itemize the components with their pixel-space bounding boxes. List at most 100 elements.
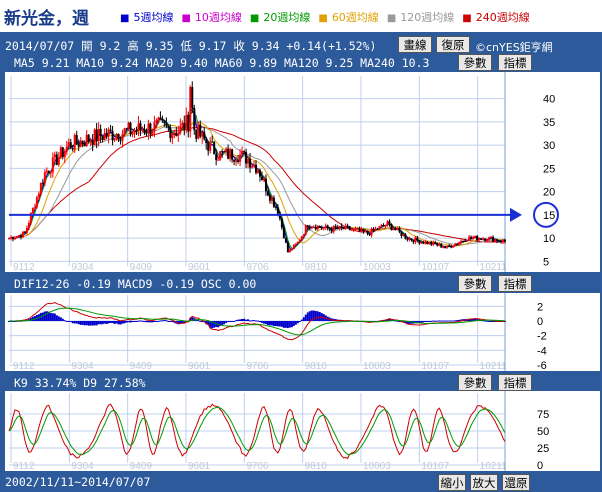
x-tick-label: 9706 (246, 461, 269, 471)
candle-body (151, 131, 154, 135)
candle-body (302, 234, 305, 237)
reset-button[interactable]: 還原 (502, 474, 530, 491)
ma-legend: ■ 5週均線 ■ 10週均線 ■ 20週均線 ■ 60週均線 ■ 120週均線 ■ 240週均線 (120, 9, 538, 25)
candle-body (360, 228, 363, 232)
x-tick-label: 9601 (188, 461, 211, 471)
candle-body (159, 117, 162, 119)
candle-body (402, 234, 405, 237)
candle-body (446, 245, 449, 248)
osc-bar (438, 320, 441, 322)
kd-axis-label: 25 (537, 443, 549, 455)
candle-body (280, 218, 283, 228)
osc-bar (43, 311, 46, 321)
osc-bar (135, 321, 138, 322)
macd-axis-label: -4 (537, 345, 547, 357)
kd-chart-panel: 75 50 25 0 9112 9304 9409 9601 9706 9810 10003 1010… (5, 391, 600, 471)
candle-body (101, 136, 104, 140)
candle-body (452, 246, 455, 248)
candle-body (55, 154, 58, 165)
candle-body (292, 244, 295, 250)
candle-body (298, 240, 301, 243)
candle-body (73, 135, 76, 150)
candle-body (255, 164, 258, 173)
osc-bar (235, 320, 238, 322)
candle-body (270, 197, 273, 201)
osc-bar (165, 320, 168, 322)
osc-bar (53, 313, 56, 321)
zoom-out-button[interactable]: 縮小 (438, 474, 466, 491)
osc-bar (111, 321, 114, 323)
candle-body (57, 157, 60, 165)
legend-label: 10週均線 (194, 11, 242, 24)
osc-bar (151, 321, 154, 323)
candle-body (87, 134, 90, 142)
candle-body (272, 197, 275, 207)
price-chart-panel: 40 35 30 25 20 15 10 5 9112 9304 9409 9601 9706 9810 1… (5, 72, 600, 272)
candle-body (468, 236, 471, 241)
osc-bar (286, 321, 289, 329)
ma-line (8, 109, 506, 250)
quote-line: 2014/07/07 開 9.2 高 9.35 低 9.17 收 9.34 +0… (5, 39, 377, 53)
osc-bar (155, 321, 158, 322)
osc-bar (67, 321, 70, 322)
osc-bar (233, 321, 236, 322)
candle-body (17, 235, 20, 237)
macd-chart: 2 0 -2 -4 -6 9112 9304 9409 9601 9706 9810 10003 101… (8, 293, 547, 371)
candle-body (416, 237, 419, 241)
candle-body (376, 228, 379, 230)
candle-body (223, 151, 226, 153)
candle-body (75, 135, 78, 144)
candle-body (326, 225, 329, 229)
candle-body (97, 128, 100, 142)
candle-body (322, 227, 325, 229)
candle-body (227, 148, 230, 159)
zoom-in-button[interactable]: 放大 (470, 474, 498, 491)
osc-bar (272, 321, 275, 327)
candle-body (300, 236, 303, 241)
candle-body (338, 226, 341, 229)
price-indicator-button[interactable]: 指標 (498, 54, 532, 71)
x-tick-label: 9112 (13, 361, 35, 371)
osc-bar (262, 321, 265, 324)
osc-bar (49, 312, 52, 321)
macd-params-button[interactable]: 參數 (458, 275, 492, 292)
candle-body (358, 228, 361, 232)
osc-bar (456, 320, 459, 322)
osc-bar (77, 321, 80, 325)
price-chart: 40 35 30 25 20 15 10 5 9112 9304 9409 9601 9706 9810 1… (8, 72, 559, 272)
macd-indicator-button[interactable]: 指標 (498, 275, 532, 292)
x-tick-label: 9409 (130, 361, 153, 371)
osc-bar (270, 321, 273, 326)
x-tick-label: 9810 (305, 361, 328, 371)
price-params-button[interactable]: 參數 (458, 54, 492, 71)
candle-body (195, 129, 198, 139)
candle-body (444, 247, 447, 249)
candle-body (426, 241, 429, 245)
osc-bar (51, 313, 54, 321)
kd-indicator-button[interactable]: 指標 (498, 374, 532, 391)
candle-body (201, 131, 204, 137)
draw-line-button[interactable]: 畫線 (398, 36, 432, 53)
osc-bar (292, 321, 295, 326)
candle-body (428, 242, 431, 245)
osc-bar (430, 321, 433, 322)
restore-button[interactable]: 復原 (436, 36, 470, 53)
candle-body (241, 151, 244, 155)
x-tick-label: 9601 (188, 361, 211, 371)
candle-body (484, 238, 487, 241)
price-axis-label: 20 (543, 187, 555, 199)
candle-body (342, 227, 345, 230)
x-tick-label: 9810 (305, 461, 328, 471)
price-axis-label: 15 (543, 210, 555, 222)
candle-body (113, 138, 116, 141)
candle-body (420, 241, 423, 244)
osc-bar (79, 321, 82, 325)
candle-body (157, 117, 160, 121)
candle-body (294, 243, 297, 245)
kd-params-button[interactable]: 參數 (458, 374, 492, 391)
osc-bar (290, 321, 293, 328)
candle-body (65, 146, 68, 152)
osc-bar (434, 320, 437, 322)
osc-bar (55, 315, 58, 321)
candle-body (133, 130, 136, 132)
